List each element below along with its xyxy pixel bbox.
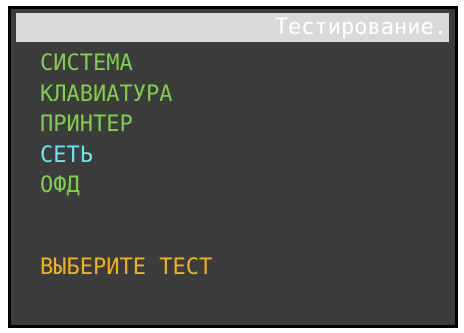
screen-title: Тестирование. bbox=[274, 15, 447, 40]
menu-item-keyboard[interactable]: КЛАВИАТУРА bbox=[40, 80, 172, 111]
menu-item-printer[interactable]: ПРИНТЕР bbox=[40, 110, 172, 141]
title-bar: Тестирование. bbox=[16, 13, 449, 42]
menu-item-ofd[interactable]: ОФД bbox=[40, 171, 172, 202]
test-menu: СИСТЕМА КЛАВИАТУРА ПРИНТЕР СЕТЬ ОФД bbox=[40, 49, 172, 202]
menu-item-system[interactable]: СИСТЕМА bbox=[40, 49, 172, 80]
menu-item-network[interactable]: СЕТЬ bbox=[40, 141, 172, 172]
select-test-prompt: ВЫБЕРИТЕ ТЕСТ bbox=[40, 255, 213, 280]
